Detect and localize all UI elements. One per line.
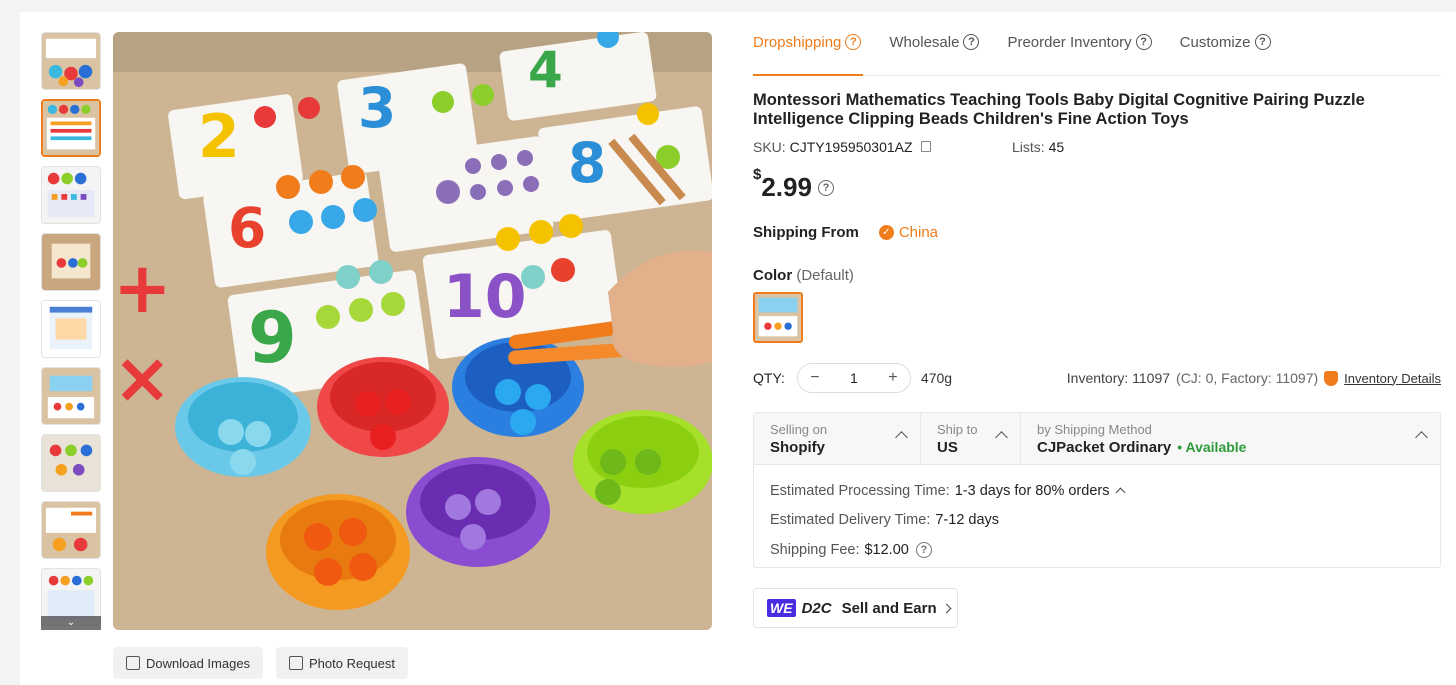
- chevron-up-icon[interactable]: [1116, 487, 1126, 498]
- price-value: 2.99: [761, 172, 812, 202]
- product-title: Montessori Mathematics Teaching Tools Ba…: [753, 91, 1365, 128]
- processing-time-value: 1-3 days for 80% orders: [954, 482, 1110, 499]
- chevron-right-icon: [941, 603, 952, 613]
- we-badge: WE: [767, 599, 796, 617]
- tab-wholesale[interactable]: Wholesale ?: [889, 28, 980, 75]
- tab-dropshipping[interactable]: Dropshipping ?: [753, 28, 864, 76]
- sku-row: SKU: CJTY195950301AZ Lists: 45: [753, 139, 1353, 155]
- thumbnail[interactable]: [41, 166, 101, 224]
- shipping-from-label: Shipping From: [753, 224, 859, 241]
- svg-text:×: ×: [113, 337, 172, 419]
- warehouse-value: China: [898, 224, 939, 241]
- shipping-method-label: by Shipping Method: [1037, 422, 1152, 437]
- tab-label: Preorder Inventory: [1007, 34, 1132, 51]
- inventory-breakdown: (CJ: 0, Factory: 11097): [1176, 370, 1319, 386]
- ship-to-label: Ship to: [937, 422, 978, 437]
- download-images-label: Download Images: [146, 655, 251, 671]
- thumbnail[interactable]: [41, 434, 101, 492]
- color-label: Color: [753, 267, 793, 284]
- sku-value: CJTY195950301AZ: [789, 139, 913, 155]
- lists-label: Lists:: [1012, 139, 1045, 155]
- svg-text:10: 10: [443, 262, 527, 332]
- tab-label: Wholesale: [889, 34, 960, 51]
- photo-request-button[interactable]: Photo Request: [276, 647, 409, 679]
- delivery-time-label: Estimated Delivery Time:: [770, 512, 931, 529]
- svg-text:6: 6: [228, 196, 266, 260]
- price: $2.99 ?: [753, 166, 834, 203]
- help-icon[interactable]: ?: [963, 34, 980, 50]
- qty-label: QTY:: [753, 370, 785, 386]
- svg-text:8: 8: [568, 131, 606, 195]
- increment-button[interactable]: +: [886, 369, 900, 387]
- selling-on-value: Shopify: [770, 439, 825, 456]
- help-icon[interactable]: ?: [845, 34, 862, 50]
- decrement-button[interactable]: −: [808, 369, 822, 387]
- warehouse-option[interactable]: ✓ China: [878, 224, 939, 241]
- thumbnail-strip: [41, 32, 101, 630]
- shipping-from-row: Shipping From ✓ China: [753, 224, 938, 241]
- currency-symbol: $: [753, 166, 762, 183]
- chevron-down-icon[interactable]: ⌄: [41, 616, 101, 630]
- main-product-image: 2 3 4 6 8 9 10 + ×: [113, 32, 712, 630]
- video-icon: [289, 656, 303, 670]
- shipping-method-select[interactable]: by Shipping Method CJPacket Ordinary • Av…: [1021, 413, 1440, 464]
- availability-status: • Available: [1177, 439, 1247, 455]
- shipping-header: Selling on Shopify Ship to US by Shippin…: [754, 413, 1440, 465]
- quantity-stepper: − 1 +: [796, 363, 911, 393]
- shipping-fee-value: $12.00: [864, 541, 909, 558]
- d2c-brand: D2C: [801, 599, 832, 617]
- inventory-info: Inventory: 11097 (CJ: 0, Factory: 11097)…: [1067, 370, 1441, 386]
- shield-icon: [1324, 370, 1339, 386]
- sku-label: SKU:: [753, 139, 786, 155]
- shipping-details: Estimated Processing Time: 1-3 days for …: [754, 465, 1440, 565]
- shipping-box: Selling on Shopify Ship to US by Shippin…: [753, 412, 1441, 568]
- svg-text:4: 4: [528, 41, 563, 99]
- thumbnail[interactable]: [41, 32, 101, 90]
- svg-text:9: 9: [248, 297, 297, 379]
- inventory-details-link[interactable]: Inventory Details: [1344, 371, 1441, 386]
- help-icon[interactable]: ?: [817, 179, 834, 196]
- thumbnail[interactable]: [41, 233, 101, 291]
- shipping-fee-label: Shipping Fee:: [770, 541, 860, 558]
- svg-text:2: 2: [198, 102, 240, 172]
- selling-on-select[interactable]: Selling on Shopify: [754, 413, 921, 464]
- tab-customize[interactable]: Customize ?: [1180, 28, 1271, 75]
- thumbnail[interactable]: [41, 300, 101, 358]
- thumbnail-active[interactable]: [41, 99, 101, 157]
- tab-label: Dropshipping: [753, 34, 842, 51]
- sell-and-earn-label: Sell and Earn: [841, 599, 937, 617]
- thumbnail[interactable]: [41, 501, 101, 559]
- shipping-method-value: CJPacket Ordinary: [1037, 439, 1172, 456]
- d2c-sell-and-earn-button[interactable]: WE D2C Sell and Earn: [753, 588, 958, 628]
- svg-text:+: +: [113, 247, 172, 329]
- help-icon[interactable]: ?: [1135, 34, 1152, 50]
- color-row: Color (Default): [753, 267, 854, 284]
- delivery-time-value: 7-12 days: [935, 512, 1000, 529]
- help-icon[interactable]: ?: [915, 541, 932, 558]
- processing-time-label: Estimated Processing Time:: [770, 482, 950, 499]
- copy-icon[interactable]: [921, 141, 932, 152]
- quantity-input[interactable]: 1: [850, 370, 858, 386]
- image-icon: [126, 656, 140, 670]
- color-value: (Default): [796, 267, 854, 284]
- photo-request-label: Photo Request: [309, 655, 396, 671]
- lists-value: 45: [1048, 139, 1065, 155]
- help-icon[interactable]: ?: [1254, 34, 1271, 50]
- check-icon: ✓: [878, 225, 894, 240]
- weight-value: 470g: [920, 370, 953, 386]
- tab-preorder-inventory[interactable]: Preorder Inventory ?: [1007, 28, 1152, 75]
- quantity-row: QTY: − 1 + 470g Inventory: 11097 (CJ: 0,…: [753, 362, 1441, 394]
- purchase-mode-tabs: Dropshipping ? Wholesale ? Preorder Inve…: [753, 28, 1441, 76]
- ship-to-value: US: [937, 439, 958, 456]
- download-images-button[interactable]: Download Images: [113, 647, 264, 679]
- color-swatch[interactable]: [753, 292, 803, 343]
- thumbnail[interactable]: [41, 367, 101, 425]
- inventory-count: Inventory: 11097: [1066, 370, 1171, 386]
- tab-label: Customize: [1179, 34, 1251, 51]
- svg-text:3: 3: [358, 76, 396, 140]
- ship-to-select[interactable]: Ship to US: [921, 413, 1021, 464]
